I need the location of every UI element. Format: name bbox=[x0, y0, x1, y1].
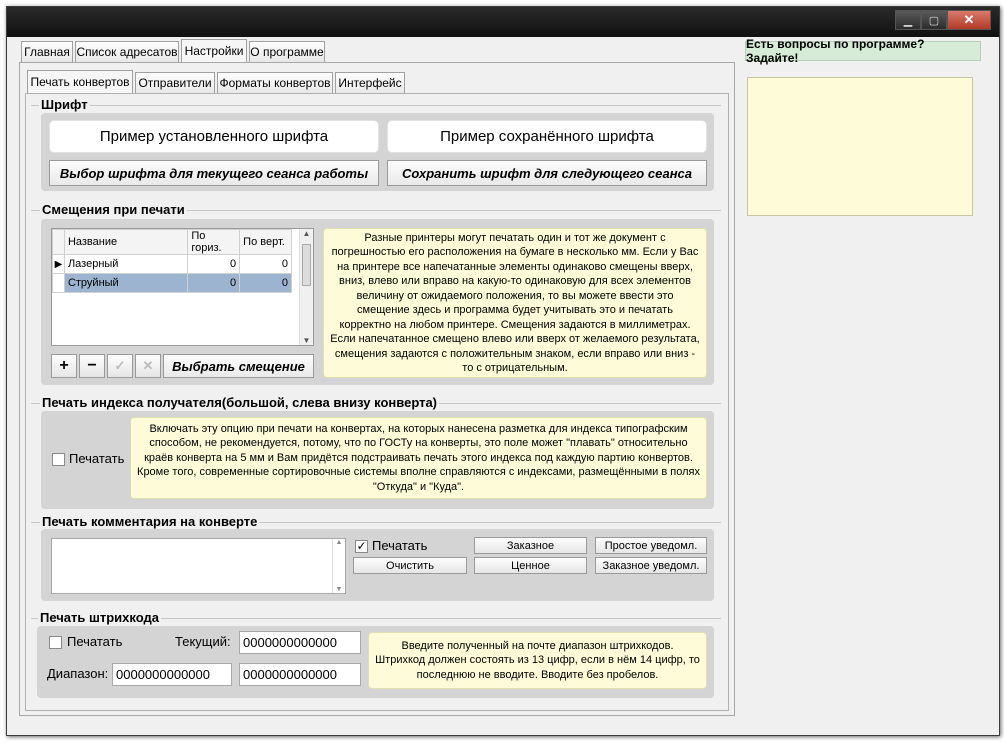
comment-scrollbar[interactable]: ▲ ▼ bbox=[332, 539, 345, 593]
range-to-input[interactable]: 0000000000000 bbox=[239, 663, 361, 686]
barcode-print-label[interactable]: Печатать bbox=[67, 634, 122, 649]
registered-button[interactable]: Заказное bbox=[474, 537, 587, 554]
column-header[interactable]: По гориз. bbox=[187, 229, 241, 255]
comment-print-label[interactable]: Печатать bbox=[372, 538, 427, 553]
column-header[interactable]: По верт. bbox=[239, 229, 292, 255]
index-print-checkbox[interactable] bbox=[52, 453, 65, 466]
barcode-print-checkbox[interactable] bbox=[49, 636, 62, 649]
range-label: Диапазон: bbox=[47, 666, 109, 681]
row-v[interactable]: 0 bbox=[239, 254, 292, 274]
tab-recipients[interactable]: Список адресатов bbox=[75, 41, 179, 62]
table-header: Название По гориз. По верт. bbox=[52, 229, 292, 255]
tab-about[interactable]: О программе bbox=[249, 41, 325, 62]
font-group-title: Шрифт bbox=[39, 97, 90, 112]
index-group-title: Печать индекса получателя(большой, слева… bbox=[40, 395, 440, 410]
index-print-label[interactable]: Печатать bbox=[69, 451, 124, 466]
tab-senders[interactable]: Отправители bbox=[135, 72, 215, 93]
range-from-input[interactable]: 0000000000000 bbox=[112, 663, 232, 686]
tab-main[interactable]: Главная bbox=[21, 41, 73, 62]
close-button[interactable]: ✕ bbox=[947, 10, 991, 30]
table-scrollbar[interactable]: ▲ ▼ bbox=[299, 229, 313, 345]
installed-font-sample: Пример установленного шрифта bbox=[49, 120, 379, 153]
confirm-icon[interactable]: ✓ bbox=[107, 354, 133, 378]
saved-font-sample: Пример сохранённого шрифта bbox=[387, 120, 707, 153]
comment-group-title: Печать комментария на конверте bbox=[40, 514, 260, 529]
window-controls: ▁ ▢ ✕ bbox=[895, 10, 991, 30]
row-pointer-icon: ▶ bbox=[52, 254, 65, 274]
barcode-group-title: Печать штрихкода bbox=[38, 610, 161, 625]
choose-font-button[interactable]: Выбор шрифта для текущего сеанса работы bbox=[49, 160, 379, 186]
tab-envelope-formats[interactable]: Форматы конвертов bbox=[217, 72, 333, 93]
app-window: ▁ ▢ ✕ Главная Список адресатов Настройки… bbox=[6, 6, 1000, 736]
maximize-button[interactable]: ▢ bbox=[921, 10, 947, 30]
current-barcode-input[interactable]: 0000000000000 bbox=[239, 631, 361, 654]
row-h[interactable]: 0 bbox=[187, 273, 241, 293]
remove-offset-button[interactable]: − bbox=[79, 354, 105, 378]
tab-interface[interactable]: Интерфейс bbox=[335, 72, 405, 93]
minimize-button[interactable]: ▁ bbox=[895, 10, 921, 30]
preview-panel bbox=[747, 77, 973, 216]
current-label: Текущий: bbox=[175, 634, 231, 649]
row-v[interactable]: 0 bbox=[239, 273, 292, 293]
row-h[interactable]: 0 bbox=[187, 254, 241, 274]
column-header[interactable]: Название bbox=[63, 229, 189, 255]
simple-notice-button[interactable]: Простое уведомл. bbox=[595, 537, 707, 554]
clear-button[interactable]: Очистить bbox=[353, 557, 467, 574]
offsets-group-title: Смещения при печати bbox=[40, 202, 187, 217]
help-banner[interactable]: Есть вопросы по программе? Задайте! bbox=[745, 37, 981, 65]
registered-notice-button[interactable]: Заказное уведомл. bbox=[595, 557, 707, 574]
comment-textarea[interactable]: ▲ ▼ bbox=[51, 538, 346, 594]
cancel-icon[interactable]: ✕ bbox=[135, 354, 161, 378]
table-row[interactable]: Струйный 0 0 bbox=[52, 273, 292, 293]
comment-print-checkbox[interactable]: ✓ bbox=[355, 540, 368, 553]
save-font-button[interactable]: Сохранить шрифт для следующего сеанса bbox=[387, 160, 707, 186]
choose-offset-button[interactable]: Выбрать смещение bbox=[163, 354, 314, 378]
row-name[interactable]: Струйный bbox=[63, 273, 189, 293]
index-note: Включать эту опцию при печати на конверт… bbox=[130, 417, 707, 499]
offsets-table: Название По гориз. По верт. ▶ Лазерный 0… bbox=[51, 228, 314, 346]
tab-settings[interactable]: Настройки bbox=[181, 39, 247, 62]
offsets-note: Разные принтеры могут печатать один и то… bbox=[323, 228, 707, 378]
table-row[interactable]: ▶ Лазерный 0 0 bbox=[52, 254, 292, 274]
barcode-note: Введите полученный на почте диапазон штр… bbox=[368, 632, 707, 689]
row-name[interactable]: Лазерный bbox=[63, 254, 189, 274]
tab-envelope-print[interactable]: Печать конвертов bbox=[27, 70, 133, 93]
add-offset-button[interactable]: + bbox=[51, 354, 77, 378]
valuable-button[interactable]: Ценное bbox=[474, 557, 587, 574]
title-bar: ▁ ▢ ✕ bbox=[7, 7, 999, 37]
